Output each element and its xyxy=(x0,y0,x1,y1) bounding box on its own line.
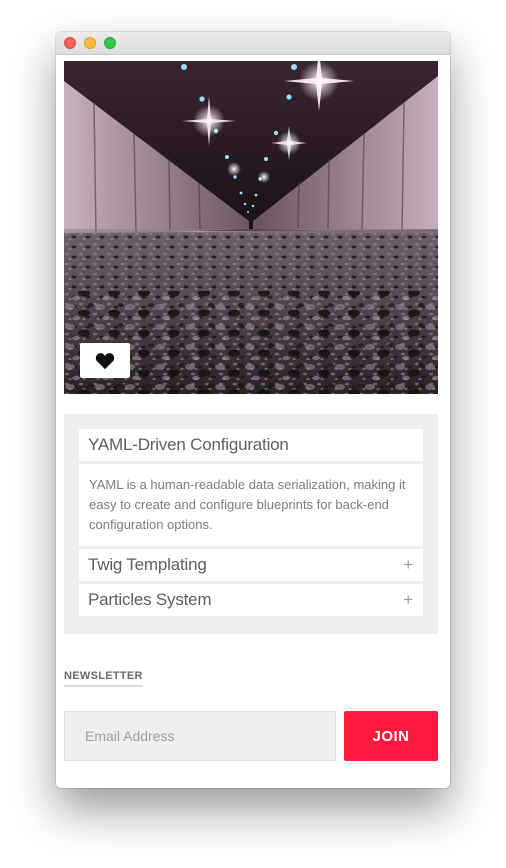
feature-accordion: YAML-Driven Configuration YAML is a huma… xyxy=(64,414,438,634)
plus-icon[interactable]: + xyxy=(403,555,413,575)
accordion-item-body: YAML is a human-readable data serializat… xyxy=(79,464,423,546)
accordion-item-title: Twig Templating xyxy=(88,555,207,574)
browser-window: YAML-Driven Configuration YAML is a huma… xyxy=(56,32,450,788)
plus-icon[interactable]: + xyxy=(403,590,413,610)
accordion-item-title: YAML-Driven Configuration xyxy=(88,435,289,454)
newsletter-heading: NEWSLETTER xyxy=(64,670,143,687)
accordion-item-yaml[interactable]: YAML-Driven Configuration xyxy=(79,429,423,461)
hero-image xyxy=(64,61,438,394)
window-titlebar xyxy=(56,32,450,55)
like-button[interactable] xyxy=(80,343,130,378)
heart-icon xyxy=(95,352,115,369)
accordion-item-title: Particles System xyxy=(88,590,212,609)
accordion-item-twig[interactable]: Twig Templating + xyxy=(79,549,423,581)
maximize-window-button[interactable] xyxy=(104,37,116,49)
join-button[interactable]: JOIN xyxy=(344,711,438,761)
email-input[interactable] xyxy=(64,711,336,761)
accordion-item-particles[interactable]: Particles System + xyxy=(79,584,423,616)
minimize-window-button[interactable] xyxy=(84,37,96,49)
close-window-button[interactable] xyxy=(64,37,76,49)
